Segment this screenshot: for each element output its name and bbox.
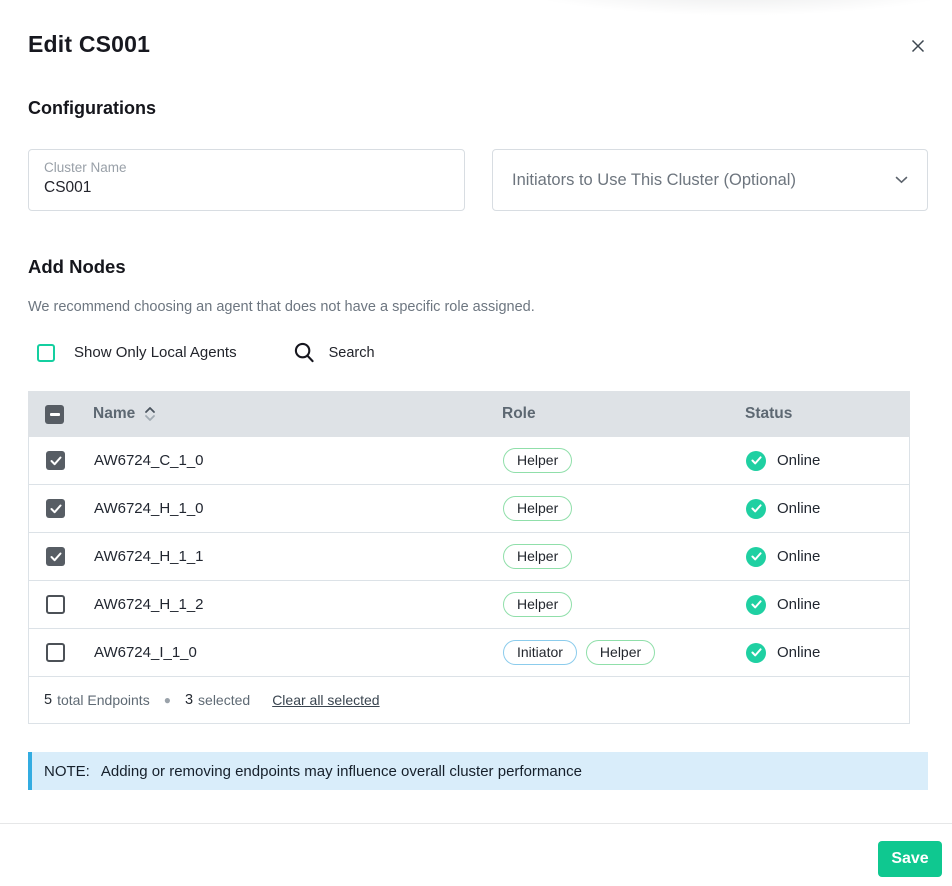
add-nodes-description: We recommend choosing an agent that does… <box>28 299 928 315</box>
table-body: AW6724_C_1_0 Helper Online AW6724_H_1_0 … <box>28 437 910 677</box>
table-header-row: Name Role Status <box>28 391 910 437</box>
cluster-name-value: CS001 <box>44 179 449 197</box>
role-badges: Helper <box>503 496 746 521</box>
role-badges: Initiator Helper <box>503 640 746 665</box>
name-column-sort[interactable]: Name <box>93 405 502 423</box>
cluster-name-label: Cluster Name <box>44 160 449 175</box>
total-endpoints-count: 5 <box>44 692 52 708</box>
status-text: Online <box>777 548 820 565</box>
agent-name: AW6724_H_1_2 <box>94 596 503 613</box>
indeterminate-dash-icon <box>50 413 60 416</box>
agent-name: AW6724_C_1_0 <box>94 452 503 469</box>
add-nodes-heading: Add Nodes <box>28 256 928 278</box>
online-status-icon <box>746 595 766 615</box>
online-status-icon <box>746 643 766 663</box>
role-badge: Helper <box>503 448 572 473</box>
configurations-heading: Configurations <box>28 98 928 119</box>
row-checkbox[interactable] <box>46 643 65 662</box>
online-status-icon <box>746 451 766 471</box>
clear-all-selected-link[interactable]: Clear all selected <box>272 692 379 708</box>
search-icon <box>294 342 315 363</box>
agent-name: AW6724_H_1_1 <box>94 548 503 565</box>
configurations-row: Cluster Name CS001 Initiators to Use Thi… <box>28 149 928 211</box>
role-badge: Helper <box>503 496 572 521</box>
table-row: AW6724_C_1_0 Helper Online <box>28 437 910 485</box>
search-button[interactable]: Search <box>294 342 375 363</box>
agent-name: AW6724_H_1_0 <box>94 500 503 517</box>
initiators-select[interactable]: Initiators to Use This Cluster (Optional… <box>492 149 928 211</box>
role-column-header: Role <box>502 405 745 423</box>
note-text: Adding or removing endpoints may influen… <box>101 763 582 780</box>
close-icon[interactable] <box>908 36 928 56</box>
table-row: AW6724_H_1_0 Helper Online <box>28 485 910 533</box>
table-row: AW6724_H_1_1 Helper Online <box>28 533 910 581</box>
agents-table: Name Role Status AW6724_C_1_0 Helper Onl… <box>28 391 910 724</box>
role-badges: Helper <box>503 544 746 569</box>
show-only-local-agents-checkbox[interactable] <box>37 344 55 362</box>
agent-name: AW6724_I_1_0 <box>94 644 503 661</box>
note-banner: NOTE: Adding or removing endpoints may i… <box>28 752 928 790</box>
online-status-icon <box>746 547 766 567</box>
row-checkbox[interactable] <box>46 595 65 614</box>
role-badge: Initiator <box>503 640 577 665</box>
status-column-header: Status <box>745 405 910 423</box>
status-cell: Online <box>746 547 909 567</box>
table-row: AW6724_I_1_0 Initiator Helper Online <box>28 629 910 677</box>
role-badge: Helper <box>586 640 655 665</box>
table-controls: Show Only Local Agents Search <box>28 342 928 363</box>
table-footer: 5 total Endpoints ● 3 selected Clear all… <box>28 677 910 724</box>
footer-divider <box>0 823 952 824</box>
modal-header: Edit CS001 <box>28 0 928 58</box>
table-row: AW6724_H_1_2 Helper Online <box>28 581 910 629</box>
role-badges: Helper <box>503 448 746 473</box>
row-checkbox[interactable] <box>46 499 65 518</box>
status-text: Online <box>777 596 820 613</box>
bullet-separator: ● <box>164 693 171 707</box>
selected-count: 3 <box>185 692 193 708</box>
select-all-checkbox[interactable] <box>45 405 64 424</box>
modal-title: Edit CS001 <box>28 31 150 58</box>
sort-icon <box>144 406 156 422</box>
online-status-icon <box>746 499 766 519</box>
name-column-header: Name <box>93 405 135 423</box>
status-cell: Online <box>746 595 909 615</box>
status-cell: Online <box>746 499 909 519</box>
search-label: Search <box>329 345 375 361</box>
status-cell: Online <box>746 643 909 663</box>
role-badge: Helper <box>503 592 572 617</box>
row-checkbox[interactable] <box>46 547 65 566</box>
role-badges: Helper <box>503 592 746 617</box>
cluster-name-field[interactable]: Cluster Name CS001 <box>28 149 465 211</box>
status-text: Online <box>777 452 820 469</box>
status-text: Online <box>777 644 820 661</box>
show-only-local-agents-label: Show Only Local Agents <box>74 344 237 361</box>
initiators-select-placeholder: Initiators to Use This Cluster (Optional… <box>512 171 796 190</box>
row-checkbox[interactable] <box>46 451 65 470</box>
status-cell: Online <box>746 451 909 471</box>
save-button[interactable]: Save <box>878 841 942 877</box>
selected-label: selected <box>198 692 250 708</box>
role-badge: Helper <box>503 544 572 569</box>
note-prefix: NOTE: <box>44 763 90 780</box>
total-endpoints-label: total Endpoints <box>57 692 150 708</box>
chevron-down-icon <box>895 176 908 184</box>
status-text: Online <box>777 500 820 517</box>
